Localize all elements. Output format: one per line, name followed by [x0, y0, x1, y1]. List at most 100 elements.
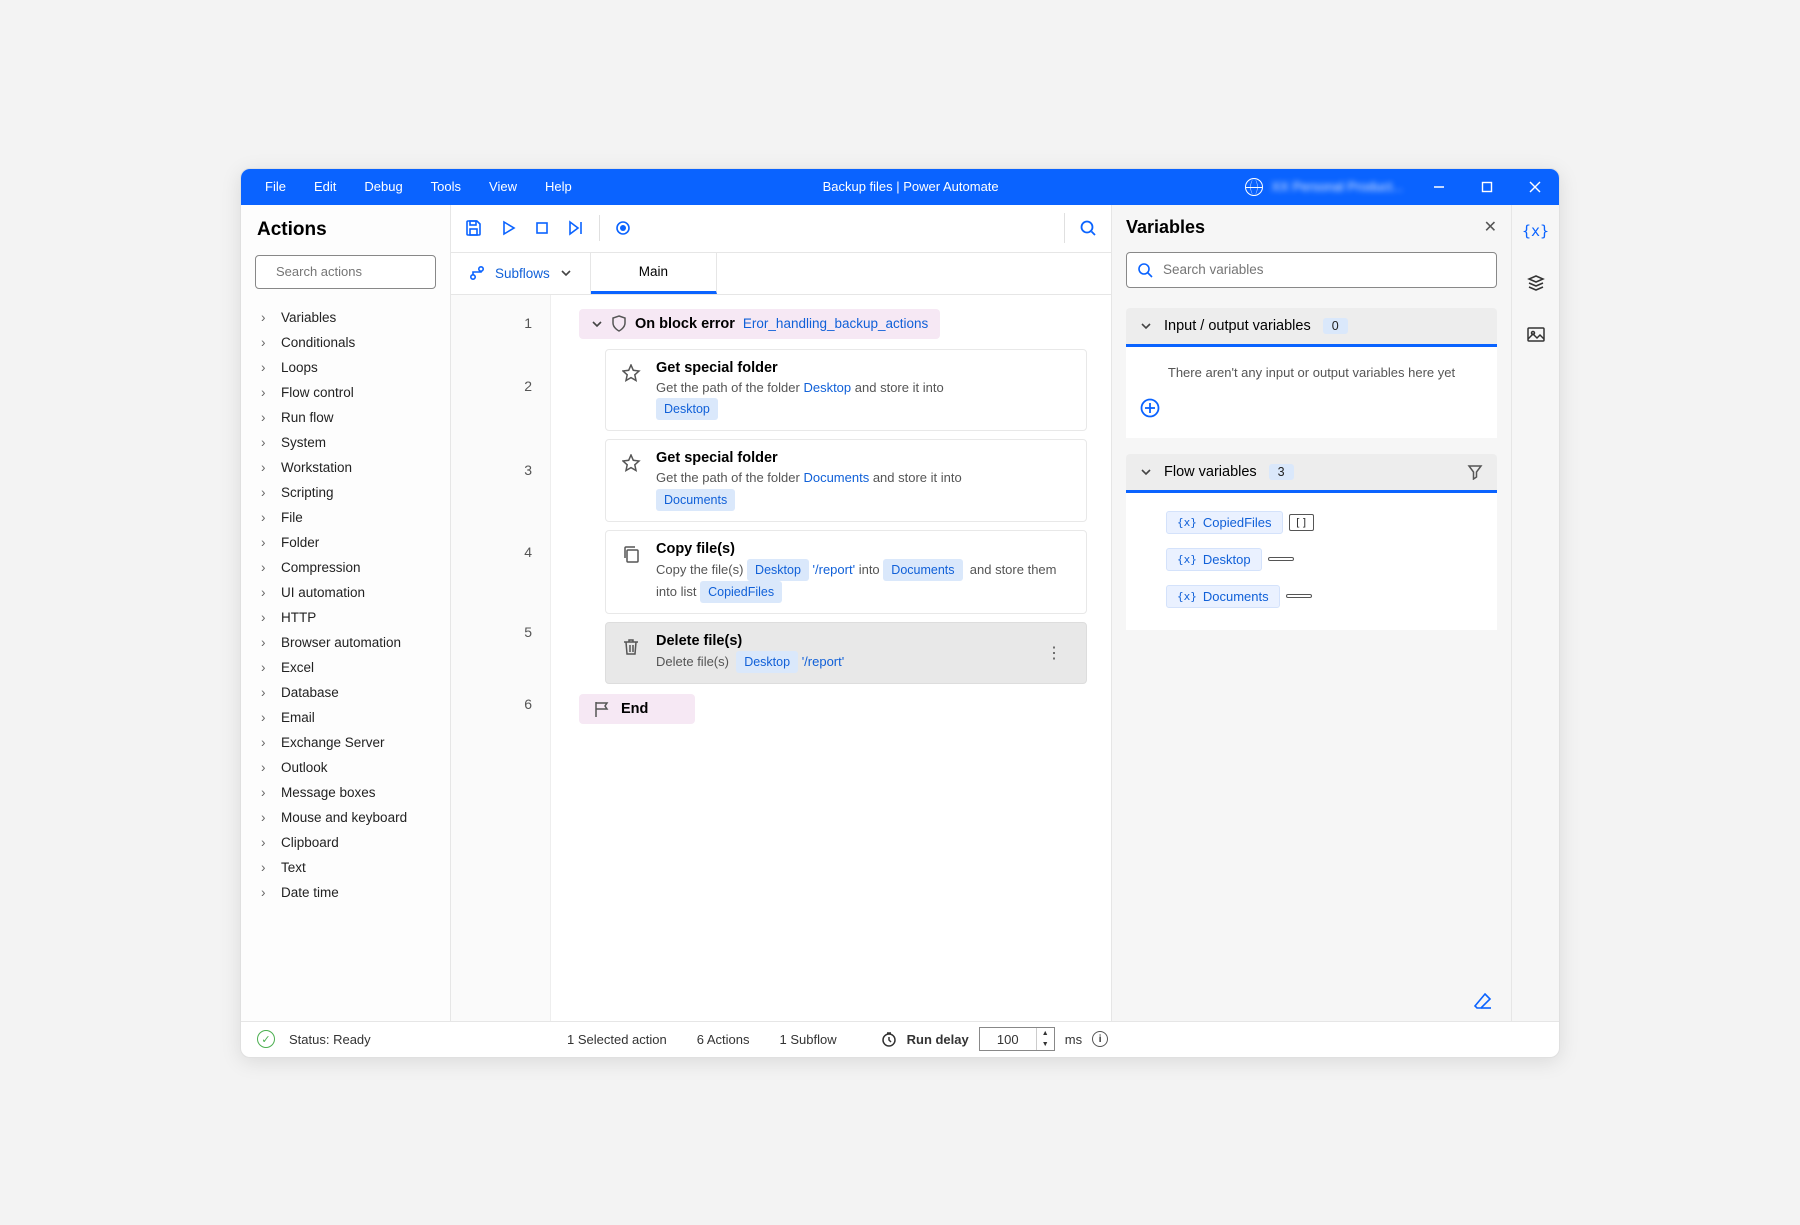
info-icon[interactable]: i — [1092, 1031, 1108, 1047]
variable-row[interactable]: {x}Desktop — [1166, 548, 1487, 571]
action-card[interactable]: Get special folder Get the path of the f… — [605, 439, 1087, 522]
variable-pill: Desktop — [656, 398, 718, 420]
action-category[interactable]: ›System — [247, 430, 444, 455]
action-category[interactable]: ›Compression — [247, 555, 444, 580]
workspace: 1 2 3 4 5 6 On block error Eror_handling… — [451, 295, 1111, 1021]
flow-count: 3 — [1269, 464, 1294, 480]
action-category[interactable]: ›Outlook — [247, 755, 444, 780]
line-number: 1 — [451, 303, 550, 343]
action-category[interactable]: ›Browser automation — [247, 630, 444, 655]
variable-value: [] — [1289, 514, 1314, 531]
account-button[interactable]: XX Personal Product... — [1235, 174, 1413, 200]
card-more-button[interactable]: ⋮ — [1038, 639, 1070, 667]
chevron-down-icon — [1140, 466, 1152, 478]
error-block-header[interactable]: On block error Eror_handling_backup_acti… — [579, 309, 940, 339]
step-button[interactable] — [559, 211, 593, 245]
action-category[interactable]: ›UI automation — [247, 580, 444, 605]
action-category[interactable]: ›Flow control — [247, 380, 444, 405]
rail-layers-button[interactable] — [1522, 269, 1550, 297]
action-category[interactable]: ›Text — [247, 855, 444, 880]
action-category[interactable]: ›Scripting — [247, 480, 444, 505]
save-button[interactable] — [457, 211, 491, 245]
flow-variables-header[interactable]: Flow variables 3 — [1126, 454, 1497, 493]
chevron-down-icon — [1140, 320, 1152, 332]
record-button[interactable] — [606, 211, 640, 245]
action-category[interactable]: ›Email — [247, 705, 444, 730]
action-category[interactable]: ›File — [247, 505, 444, 530]
filter-icon[interactable] — [1467, 464, 1483, 480]
variables-search[interactable] — [1126, 252, 1497, 288]
action-card[interactable]: Copy file(s) Copy the file(s) Desktop '/… — [605, 530, 1087, 614]
action-category[interactable]: ›Message boxes — [247, 780, 444, 805]
rail-images-button[interactable] — [1522, 321, 1550, 349]
flag-icon — [593, 700, 611, 718]
close-panel-button[interactable]: ✕ — [1484, 217, 1497, 237]
status-ok-icon: ✓ — [257, 1030, 275, 1048]
actions-search[interactable] — [255, 255, 436, 289]
action-category[interactable]: ›Loops — [247, 355, 444, 380]
variable-row[interactable]: {x}Documents — [1166, 585, 1487, 608]
action-category[interactable]: ›Date time — [247, 880, 444, 905]
variable-pill: CopiedFiles — [700, 581, 782, 603]
block-name-link[interactable]: Eror_handling_backup_actions — [743, 316, 928, 331]
add-io-variable-button[interactable] — [1140, 398, 1483, 418]
chevron-right-icon: › — [261, 835, 271, 850]
variable-pill: Desktop — [736, 651, 798, 673]
menu-view[interactable]: View — [475, 171, 531, 202]
action-category[interactable]: ›Excel — [247, 655, 444, 680]
action-category[interactable]: ›Conditionals — [247, 330, 444, 355]
menu-tools[interactable]: Tools — [417, 171, 475, 202]
account-name: XX Personal Product... — [1271, 179, 1403, 194]
variable-pill: Documents — [883, 559, 962, 581]
action-category[interactable]: ›Variables — [247, 305, 444, 330]
io-variables-header[interactable]: Input / output variables 0 — [1126, 308, 1497, 347]
variable-chip: {x}CopiedFiles — [1166, 511, 1283, 534]
star-icon — [622, 454, 642, 474]
action-category[interactable]: ›Database — [247, 680, 444, 705]
io-count: 0 — [1323, 318, 1348, 334]
variables-panel: Variables ✕ Input / output variables 0 T… — [1111, 205, 1511, 1021]
action-category[interactable]: ›Run flow — [247, 405, 444, 430]
variable-icon: {x} — [1177, 590, 1197, 603]
action-category[interactable]: ›Workstation — [247, 455, 444, 480]
variable-row[interactable]: {x}CopiedFiles [] — [1166, 511, 1487, 534]
block-end[interactable]: End — [579, 694, 695, 724]
search-flow-button[interactable] — [1071, 211, 1105, 245]
chevron-right-icon: › — [261, 410, 271, 425]
actions-search-input[interactable] — [276, 264, 452, 279]
close-button[interactable] — [1513, 169, 1557, 205]
chevron-right-icon: › — [261, 310, 271, 325]
flow-canvas[interactable]: On block error Eror_handling_backup_acti… — [551, 295, 1111, 1021]
action-category[interactable]: ›Folder — [247, 530, 444, 555]
variable-pill: Documents — [656, 489, 735, 511]
rail-variables-button[interactable]: {x} — [1522, 217, 1550, 245]
action-category[interactable]: ›HTTP — [247, 605, 444, 630]
action-card-selected[interactable]: Delete file(s) Delete file(s) Desktop '/… — [605, 622, 1087, 684]
minimize-button[interactable] — [1417, 169, 1461, 205]
action-category[interactable]: ›Exchange Server — [247, 730, 444, 755]
actions-list[interactable]: ›Variables ›Conditionals ›Loops ›Flow co… — [241, 299, 450, 1021]
titlebar-right: XX Personal Product... — [1235, 169, 1559, 205]
star-icon — [622, 364, 642, 384]
menu-edit[interactable]: Edit — [300, 171, 350, 202]
maximize-button[interactable] — [1465, 169, 1509, 205]
spinner[interactable]: ▲▼ — [1036, 1028, 1054, 1050]
chevron-right-icon: › — [261, 335, 271, 350]
subflows-dropdown[interactable]: Subflows — [451, 253, 591, 294]
ms-label: ms — [1065, 1032, 1082, 1047]
chevron-right-icon: › — [261, 860, 271, 875]
stop-button[interactable] — [525, 211, 559, 245]
menu-file[interactable]: File — [251, 171, 300, 202]
action-card[interactable]: Get special folder Get the path of the f… — [605, 349, 1087, 432]
chevron-down-icon — [591, 318, 603, 330]
menu-help[interactable]: Help — [531, 171, 586, 202]
tab-main[interactable]: Main — [591, 253, 717, 294]
action-category[interactable]: ›Mouse and keyboard — [247, 805, 444, 830]
action-category[interactable]: ›Clipboard — [247, 830, 444, 855]
menu-debug[interactable]: Debug — [350, 171, 416, 202]
variables-search-input[interactable] — [1163, 262, 1486, 277]
clear-button[interactable] — [1473, 991, 1493, 1011]
run-button[interactable] — [491, 211, 525, 245]
line-number: 5 — [451, 593, 550, 671]
run-delay-input[interactable]: 100 ▲▼ — [979, 1027, 1055, 1051]
